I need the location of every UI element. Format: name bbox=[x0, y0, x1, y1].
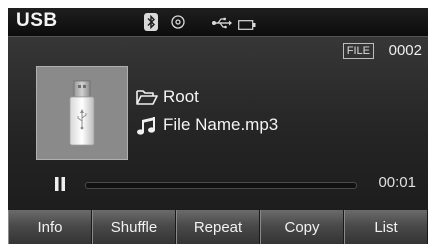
file-number: 0002 bbox=[388, 42, 422, 59]
source-label: USB bbox=[16, 10, 58, 31]
pause-icon[interactable] bbox=[54, 176, 66, 197]
album-art bbox=[36, 66, 128, 160]
status-bar: USB bbox=[8, 8, 428, 37]
usb-media-screen: USB FILE 0002 Root File Name.mp3 00:01 I… bbox=[8, 8, 428, 244]
list-button[interactable]: List bbox=[344, 210, 428, 244]
elapsed-time: 00:01 bbox=[378, 174, 416, 191]
repeat-button[interactable]: Repeat bbox=[176, 210, 260, 244]
usb-stick-icon bbox=[69, 80, 95, 146]
info-button[interactable]: Info bbox=[8, 210, 92, 244]
file-name: File Name.mp3 bbox=[163, 115, 279, 134]
bluetooth-icon bbox=[144, 13, 158, 31]
progress-bar[interactable] bbox=[85, 182, 357, 189]
softkey-bar: Info Shuffle Repeat Copy List bbox=[8, 210, 428, 244]
folder-name: Root bbox=[163, 87, 199, 106]
copy-button[interactable]: Copy bbox=[260, 210, 344, 244]
usb-icon bbox=[212, 16, 232, 34]
battery-icon bbox=[238, 17, 256, 35]
shuffle-button[interactable]: Shuffle bbox=[92, 210, 176, 244]
folder-icon bbox=[136, 88, 158, 111]
music-note-icon bbox=[136, 116, 158, 141]
file-badge: FILE bbox=[342, 43, 374, 59]
disc-icon bbox=[171, 15, 185, 34]
